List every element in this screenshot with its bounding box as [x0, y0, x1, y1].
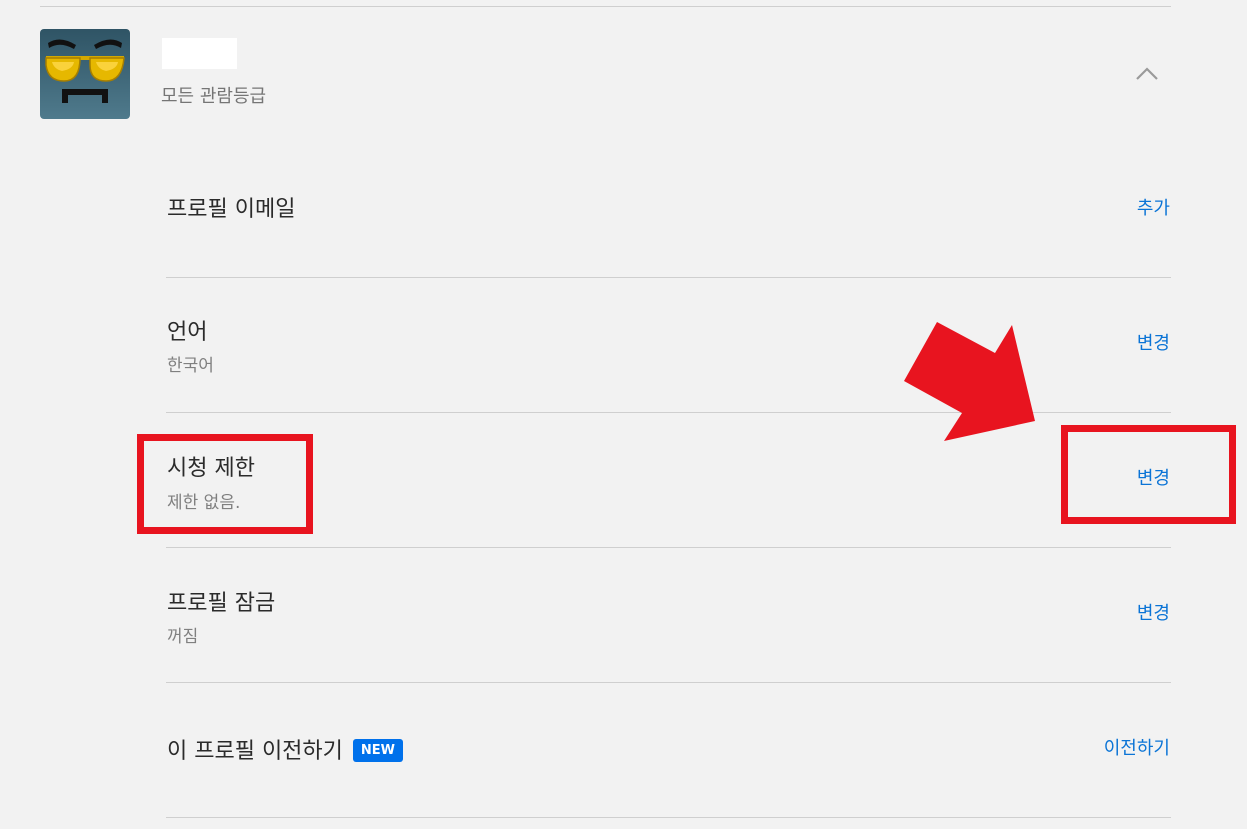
profile-name-redacted — [162, 38, 237, 69]
new-badge: NEW — [352, 738, 404, 762]
transfer-title-text: 이 프로필 이전하기 — [167, 739, 343, 764]
highlight-box-restriction-label — [137, 434, 313, 534]
row-divider — [166, 277, 1171, 278]
row-divider — [166, 682, 1171, 683]
language-value: 한국어 — [167, 356, 214, 376]
top-divider — [40, 6, 1171, 7]
row-divider — [166, 412, 1171, 413]
lock-title: 프로필 잠금 — [167, 591, 276, 616]
red-arrow-icon — [904, 322, 1035, 441]
profile-avatar[interactable] — [40, 29, 130, 119]
profile-rating-label: 모든 관람등급 — [161, 86, 267, 107]
language-change-link[interactable]: 변경 — [1137, 329, 1170, 355]
email-add-link[interactable]: 추가 — [1137, 194, 1170, 220]
transfer-link[interactable]: 이전하기 — [1104, 734, 1170, 760]
row-divider — [166, 547, 1171, 548]
language-title: 언어 — [167, 320, 208, 345]
chevron-up-icon[interactable] — [1134, 64, 1160, 82]
highlight-box-change-button — [1061, 425, 1236, 524]
lock-value: 꺼짐 — [167, 627, 199, 647]
email-title: 프로필 이메일 — [167, 197, 296, 222]
transfer-title: 이 프로필 이전하기 NEW — [167, 733, 404, 765]
sunglasses-face-avatar-icon — [40, 29, 130, 119]
row-divider — [166, 817, 1171, 818]
lock-change-link[interactable]: 변경 — [1137, 599, 1170, 625]
